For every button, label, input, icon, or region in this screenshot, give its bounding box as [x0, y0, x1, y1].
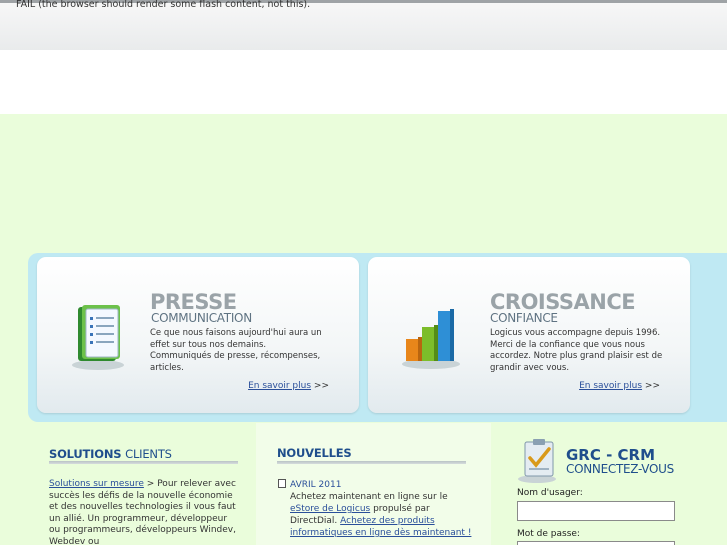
card-more-link-wrap: En savoir plus >>	[248, 381, 329, 391]
white-spacer	[0, 50, 727, 114]
flash-placeholder-band: FAIL (the browser should render some fla…	[0, 0, 727, 50]
news-divider	[277, 461, 466, 464]
news-body: Achetez maintenant en ligne sur le eStor…	[278, 491, 478, 539]
card-subtitle: COMMUNICATION	[151, 311, 252, 325]
card-title: CROISSANCE	[490, 290, 636, 314]
en-savoir-plus-link[interactable]: En savoir plus	[248, 381, 311, 391]
clipboard-check-icon	[518, 439, 556, 483]
solutions-link-arrow: >	[146, 479, 155, 489]
news-text-1: Achetez maintenant en ligne sur le	[290, 492, 448, 502]
book-icon	[72, 305, 124, 370]
password-label: Mot de passe:	[517, 529, 580, 539]
solutions-divider	[49, 461, 238, 464]
news-item: AVRIL 2011 Achetez maintenant en ligne s…	[278, 479, 478, 539]
estore-link[interactable]: eStore de Logicus	[290, 504, 370, 514]
news-date: AVRIL 2011	[290, 480, 342, 490]
solutions-sur-mesure-link[interactable]: Solutions sur mesure	[49, 479, 144, 489]
solutions-heading: SOLUTIONS CLIENTS	[49, 447, 172, 461]
card-description: Logicus vous accompagne depuis 1996. Mer…	[490, 328, 663, 373]
flash-fallback-text: FAIL (the browser should render some fla…	[16, 0, 311, 10]
card-more-link-wrap: En savoir plus >>	[579, 381, 660, 391]
crm-title: GRC - CRM	[566, 446, 656, 464]
username-label: Nom d'usager:	[517, 488, 583, 498]
press-card: PRESSE COMMUNICATION Ce que nous faisons…	[37, 257, 359, 413]
username-field[interactable]	[517, 501, 675, 521]
news-heading: NOUVELLES	[277, 446, 352, 460]
en-savoir-plus-link[interactable]: En savoir plus	[579, 381, 642, 391]
solutions-heading-bold: SOLUTIONS	[49, 447, 122, 461]
card-description: Ce que nous faisons aujourd'hui aura un …	[150, 328, 322, 373]
bar-chart-icon	[402, 309, 460, 369]
solutions-heading-light: CLIENTS	[125, 447, 172, 461]
password-field[interactable]	[517, 541, 675, 545]
crm-subtitle: CONNECTEZ-VOUS	[566, 462, 674, 476]
growth-card: CROISSANCE CONFIANCE Logicus vous accomp…	[368, 257, 690, 413]
card-title: PRESSE	[150, 290, 237, 314]
news-list: AVRIL 2011 Achetez maintenant en ligne s…	[278, 479, 478, 539]
card-subtitle: CONFIANCE	[490, 311, 558, 325]
link-arrow: >>	[313, 381, 329, 391]
solutions-text-block: Solutions sur mesure > Pour relever avec…	[49, 479, 239, 545]
document-icon	[278, 479, 286, 488]
link-arrow: >>	[644, 381, 660, 391]
